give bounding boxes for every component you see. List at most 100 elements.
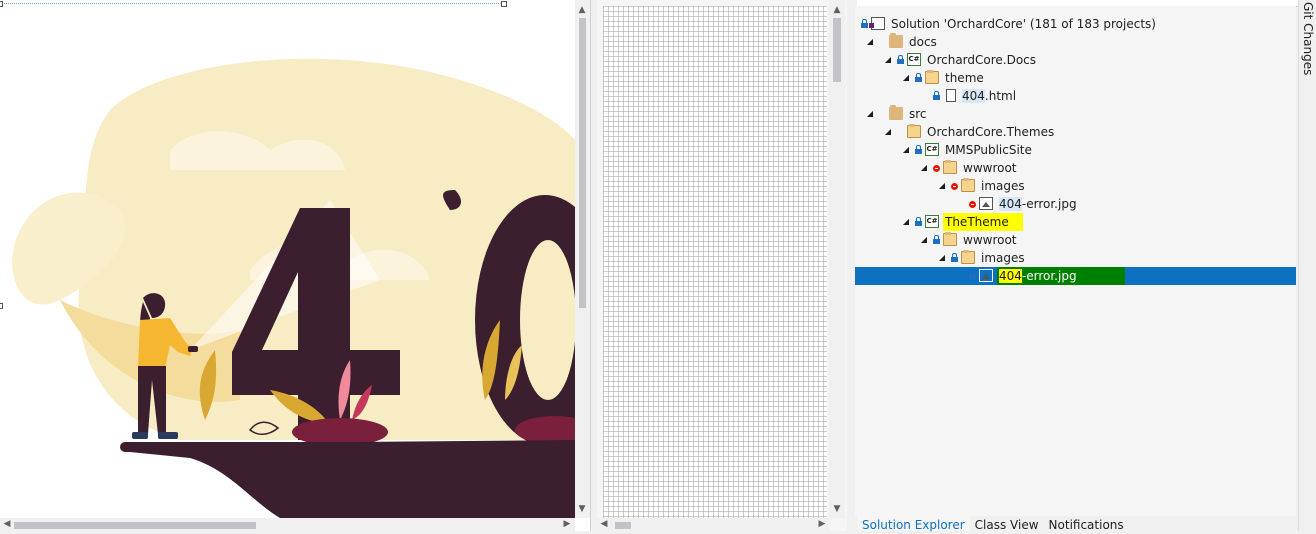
resize-handle-top-right[interactable] xyxy=(501,1,507,7)
image-vertical-scrollbar[interactable]: ▲ ▼ xyxy=(575,0,590,518)
pixel-grid-pane[interactable]: ▲ ▼ ◀ ▶ xyxy=(597,0,847,531)
error-404-illustration xyxy=(12,58,575,518)
tree-item-images[interactable]: ◢ images xyxy=(855,249,1296,267)
tab-notifications[interactable]: Notifications xyxy=(1044,516,1129,532)
csharp-project-icon: C# xyxy=(907,53,921,66)
tree-item-label: 404-error.jpg xyxy=(999,195,1077,213)
solution-explorer-pane[interactable]: Solution 'OrchardCore' (181 of 183 proje… xyxy=(855,6,1296,516)
resize-handle-left[interactable] xyxy=(0,303,3,309)
label-rest: -error.jpg xyxy=(1021,269,1077,283)
pending-change-icon xyxy=(951,183,958,190)
scroll-up-arrow-icon[interactable]: ▲ xyxy=(575,3,589,17)
lock-icon xyxy=(915,73,922,82)
search-match-highlight: 404 xyxy=(999,197,1022,211)
image-horizontal-scrollbar[interactable]: ◀ ▶ xyxy=(0,518,575,531)
expand-arrow-icon[interactable]: ◢ xyxy=(919,159,929,177)
folder-open-icon xyxy=(925,70,939,84)
solution-icon xyxy=(869,17,885,30)
scroll-left-arrow-icon[interactable]: ◀ xyxy=(597,517,611,531)
selection-marquee xyxy=(0,3,503,5)
lock-icon xyxy=(933,91,940,100)
scrollbar-thumb[interactable] xyxy=(579,18,586,308)
tree-item-mmspublicsite[interactable]: ◢ C# MMSPublicSite xyxy=(855,141,1296,159)
scroll-right-arrow-icon[interactable]: ▶ xyxy=(815,517,829,531)
folder-open-icon xyxy=(961,250,975,264)
expand-arrow-icon[interactable]: ◢ xyxy=(919,231,929,249)
tree-item-label: OrchardCore.Docs xyxy=(927,53,1037,67)
label-rest: .html xyxy=(984,89,1017,103)
folder-open-icon xyxy=(943,160,957,174)
tree-item-label: images xyxy=(981,179,1025,193)
tree-item-theme[interactable]: ◢ theme xyxy=(855,69,1296,87)
tree-item-label: Solution 'OrchardCore' (181 of 183 proje… xyxy=(891,17,1156,31)
tree-item-src[interactable]: ◢ src xyxy=(855,105,1296,123)
tree-item-thetheme[interactable]: ◢ C# TheTheme xyxy=(855,213,1296,231)
expand-arrow-icon[interactable]: ◢ xyxy=(901,69,911,87)
expand-arrow-icon[interactable]: ◢ xyxy=(883,123,893,141)
csharp-project-icon: C# xyxy=(925,215,939,228)
tree-item-wwwroot[interactable]: ◢ wwwroot xyxy=(855,159,1296,177)
lock-icon xyxy=(915,217,922,226)
folder-open-icon xyxy=(907,124,921,138)
scrollbar-thumb[interactable] xyxy=(14,522,256,529)
tree-item-wwwroot[interactable]: ◢ wwwroot xyxy=(855,231,1296,249)
folder-open-icon xyxy=(943,232,957,246)
tool-window-tabs[interactable]: Solution Explorer Class View Notificatio… xyxy=(857,516,1129,532)
tree-item-images[interactable]: ◢ images xyxy=(855,177,1296,195)
side-tab-label: Git Changes xyxy=(1301,2,1315,76)
tree-item-label: TheTheme xyxy=(943,213,1023,231)
search-match-highlight: 404 xyxy=(999,269,1022,283)
scrollbar-thumb[interactable] xyxy=(833,18,841,82)
tree-item-label: docs xyxy=(909,35,937,49)
scroll-left-arrow-icon[interactable]: ◀ xyxy=(0,517,14,531)
grid-horizontal-scrollbar[interactable]: ◀ ▶ xyxy=(597,518,829,531)
tree-item-orchardcore-docs[interactable]: ◢ C# OrchardCore.Docs xyxy=(855,51,1296,69)
tab-class-view[interactable]: Class View xyxy=(970,516,1044,532)
pixel-grid xyxy=(603,6,827,520)
tree-item-label: 404-error.jpg xyxy=(997,267,1125,285)
tree-item-404-html[interactable]: 404.html xyxy=(855,87,1296,105)
scroll-up-arrow-icon[interactable]: ▲ xyxy=(830,3,844,17)
tree-item-404-error-jpg-selected[interactable]: 404-error.jpg xyxy=(855,267,1296,285)
tree-item-solution[interactable]: Solution 'OrchardCore' (181 of 183 proje… xyxy=(855,15,1296,33)
pending-change-icon xyxy=(933,165,940,172)
expand-arrow-icon[interactable]: ◢ xyxy=(865,33,875,51)
scroll-down-arrow-icon[interactable]: ▼ xyxy=(575,502,589,516)
folder-icon xyxy=(889,33,903,48)
image-canvas[interactable] xyxy=(0,0,575,518)
image-file-icon xyxy=(979,269,993,282)
tree-item-label: theme xyxy=(945,71,984,85)
expand-arrow-icon[interactable]: ◢ xyxy=(901,213,911,231)
tree-item-docs[interactable]: ◢ docs xyxy=(855,33,1296,51)
tree-item-label: src xyxy=(909,107,927,121)
tab-solution-explorer[interactable]: Solution Explorer xyxy=(857,516,970,532)
label-rest: -error.jpg xyxy=(1021,197,1077,211)
tree-item-label: images xyxy=(981,251,1025,265)
html-file-icon xyxy=(946,89,956,102)
pending-change-icon xyxy=(969,201,976,208)
expand-arrow-icon[interactable]: ◢ xyxy=(937,177,947,195)
folder-icon xyxy=(889,105,903,120)
tree-item-label: OrchardCore.Themes xyxy=(927,125,1055,139)
search-match-highlight: 404 xyxy=(962,89,985,103)
resize-handle-top-left[interactable] xyxy=(0,1,3,7)
lock-icon xyxy=(897,55,904,64)
scrollbar-thumb[interactable] xyxy=(615,522,631,529)
lock-icon xyxy=(951,253,958,262)
expand-arrow-icon[interactable]: ◢ xyxy=(865,105,875,123)
expand-arrow-icon[interactable]: ◢ xyxy=(883,51,893,69)
scroll-right-arrow-icon[interactable]: ▶ xyxy=(560,517,574,531)
expand-arrow-icon[interactable]: ◢ xyxy=(937,249,947,267)
image-editor-pane[interactable]: ▲ ▼ ◀ ▶ xyxy=(0,0,591,531)
tree-item-label: 404.html xyxy=(962,87,1016,105)
tree-item-label: wwwroot xyxy=(963,233,1017,247)
side-tab-git-changes[interactable]: Git Changes xyxy=(1298,0,1316,531)
expand-arrow-icon[interactable]: ◢ xyxy=(901,141,911,159)
solution-tree[interactable]: Solution 'OrchardCore' (181 of 183 proje… xyxy=(855,15,1296,285)
csharp-project-icon: C# xyxy=(925,143,939,156)
scroll-down-arrow-icon[interactable]: ▼ xyxy=(830,502,844,516)
tree-item-404-error-jpg[interactable]: 404-error.jpg xyxy=(855,195,1296,213)
grid-vertical-scrollbar[interactable]: ▲ ▼ xyxy=(829,0,845,518)
lock-icon xyxy=(969,271,976,280)
tree-item-orchardcore-themes[interactable]: ◢ OrchardCore.Themes xyxy=(855,123,1296,141)
